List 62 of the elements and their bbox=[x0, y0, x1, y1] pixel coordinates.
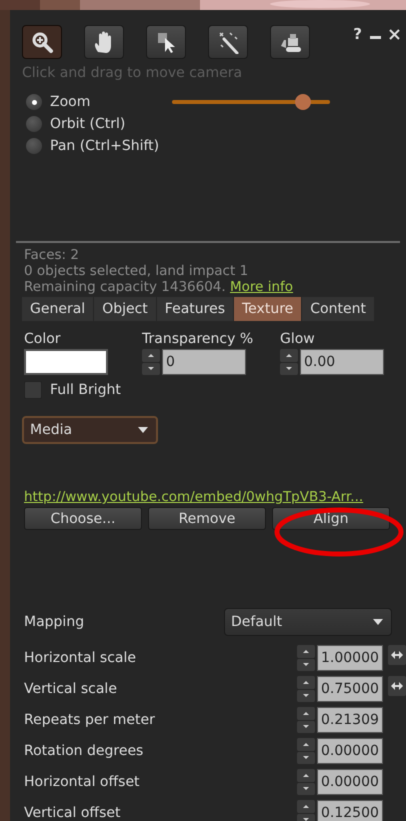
tool-button[interactable] bbox=[208, 25, 248, 59]
spinner-arrows-icon[interactable] bbox=[297, 738, 315, 764]
zoom-slider[interactable] bbox=[172, 94, 330, 110]
tool-button[interactable] bbox=[22, 25, 62, 59]
tool-button[interactable] bbox=[84, 25, 124, 59]
tool-button[interactable] bbox=[270, 25, 310, 59]
tab[interactable]: Content bbox=[302, 297, 375, 321]
glow-label: Glow bbox=[280, 331, 316, 349]
checkbox-label: Full Bright bbox=[50, 382, 121, 398]
parameter-label: Repeats per meter bbox=[24, 712, 155, 728]
number-field[interactable]: 0 bbox=[162, 349, 246, 375]
media-button[interactable]: Choose... bbox=[24, 507, 142, 530]
radio-label: Orbit (Ctrl) bbox=[50, 116, 126, 132]
parameter-label: Horizontal scale bbox=[24, 650, 136, 666]
caret-icon bbox=[373, 619, 383, 625]
spinner-arrows-icon[interactable] bbox=[297, 800, 315, 821]
spinner-arrows-icon[interactable] bbox=[297, 769, 315, 795]
spinner-arrows-icon[interactable] bbox=[297, 707, 315, 733]
radio-label: Pan (Ctrl+Shift) bbox=[50, 138, 160, 154]
radio-label: Zoom bbox=[50, 94, 90, 110]
tool-button[interactable] bbox=[146, 25, 186, 59]
number-field[interactable]: 0.00 bbox=[300, 349, 384, 375]
number-field[interactable]: 0.00000 bbox=[317, 738, 383, 764]
parameter-label: Horizontal offset bbox=[24, 774, 140, 790]
help-button[interactable]: ? bbox=[353, 25, 362, 43]
tab[interactable]: Object bbox=[94, 297, 157, 321]
media-url-link[interactable]: http://www.youtube.com/embed/0whgTpVB3-Arr... bbox=[24, 489, 406, 505]
radio-button[interactable] bbox=[26, 116, 42, 132]
capacity-text: Remaining capacity 1436604. bbox=[24, 279, 226, 295]
spinner-arrows-icon[interactable] bbox=[297, 645, 315, 671]
hint-text: Click and drag to move camera bbox=[21, 64, 244, 81]
parameter-label: Vertical scale bbox=[24, 681, 117, 697]
number-field[interactable]: 0.21309 bbox=[317, 707, 383, 733]
more-info-link[interactable]: More info bbox=[230, 279, 294, 295]
magnifier-icon bbox=[30, 30, 54, 54]
tab[interactable]: Features bbox=[156, 297, 234, 321]
media-dropdown[interactable]: Media bbox=[22, 416, 158, 444]
checkbox[interactable] bbox=[24, 381, 42, 399]
number-field[interactable]: 0.75000 bbox=[317, 676, 383, 702]
slider-thumb[interactable] bbox=[295, 94, 312, 110]
parameter-label: Vertical offset bbox=[24, 805, 120, 821]
tab[interactable]: Texture bbox=[234, 297, 302, 321]
radio-button[interactable] bbox=[26, 94, 42, 110]
transparency-label: Transparency % bbox=[142, 331, 254, 349]
spinner-arrows-icon[interactable] bbox=[280, 349, 298, 375]
media-button[interactable]: Remove bbox=[148, 507, 266, 530]
spinner-arrows-icon[interactable] bbox=[142, 349, 160, 375]
number-field[interactable]: 1.00000 bbox=[317, 645, 383, 671]
parameter-label: Rotation degrees bbox=[24, 743, 144, 759]
mapping-label: Mapping bbox=[24, 614, 84, 630]
number-field[interactable]: 0.12500 bbox=[317, 800, 383, 821]
selection-text: 0 objects selected, land impact 1 bbox=[24, 263, 250, 279]
color-swatch[interactable] bbox=[24, 349, 108, 375]
close-icon[interactable] bbox=[389, 28, 400, 40]
radio-button[interactable] bbox=[26, 138, 42, 154]
mapping-dropdown[interactable]: Default bbox=[224, 608, 392, 636]
number-field[interactable]: 0.00000 bbox=[317, 769, 383, 795]
caret-icon bbox=[138, 427, 148, 433]
faces-text: Faces: 2 bbox=[24, 247, 80, 263]
color-label: Color bbox=[24, 331, 62, 349]
spinner-arrows-icon[interactable] bbox=[297, 676, 315, 702]
tab[interactable]: General bbox=[22, 297, 94, 321]
